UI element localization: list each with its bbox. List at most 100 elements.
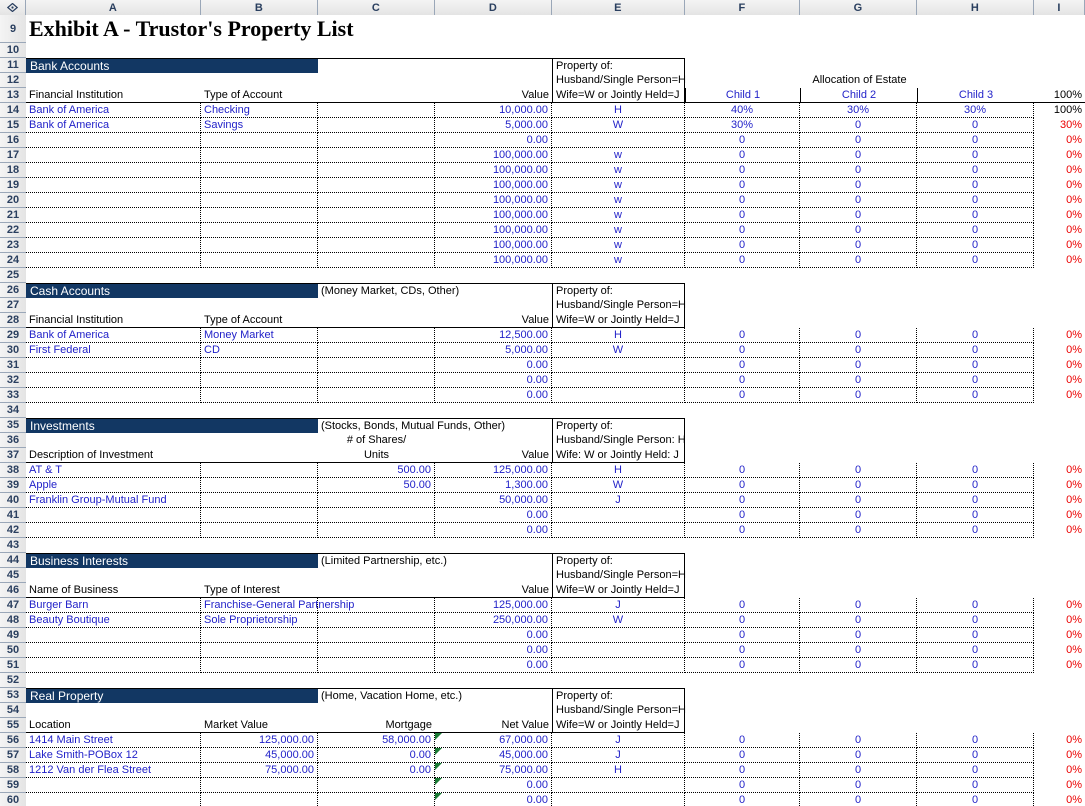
row-header-12[interactable]: 12 bbox=[0, 73, 26, 88]
row-header-26[interactable]: 26 bbox=[0, 283, 26, 298]
cell-c[interactable] bbox=[318, 133, 435, 148]
cell-F[interactable] bbox=[685, 15, 800, 43]
cell-d[interactable]: 5,000.00 bbox=[435, 118, 552, 133]
cell-I[interactable] bbox=[1034, 313, 1085, 328]
cell-e[interactable]: J bbox=[552, 733, 685, 748]
section-subtitle-investments[interactable]: (Stocks, Bonds, Mutual Funds, Other) bbox=[318, 418, 505, 433]
cell-h-child3[interactable]: 0 bbox=[917, 178, 1034, 193]
cell-f-child1[interactable]: 0 bbox=[685, 133, 800, 148]
cell-E[interactable] bbox=[552, 43, 685, 58]
cell-d[interactable]: 0.00 bbox=[435, 658, 552, 673]
row-header-34[interactable]: 34 bbox=[0, 403, 26, 418]
row-header-39[interactable]: 39 bbox=[0, 478, 26, 493]
cell-D[interactable] bbox=[435, 283, 552, 298]
row-header-43[interactable]: 43 bbox=[0, 538, 26, 553]
cell-g-child2[interactable]: 0 bbox=[800, 328, 917, 343]
table-row[interactable]: Financial Institution Type of Account Valu… bbox=[26, 88, 1085, 103]
cell-i-total[interactable]: 0% bbox=[1034, 133, 1085, 148]
cell-h-child3[interactable]: 0 bbox=[917, 598, 1034, 613]
row-header-18[interactable]: 18 bbox=[0, 163, 26, 178]
cell-f-child1[interactable]: 0 bbox=[685, 733, 800, 748]
cell-f-child1[interactable]: 0 bbox=[685, 523, 800, 538]
cell-b[interactable] bbox=[201, 493, 318, 508]
cell-h-child3[interactable]: 0 bbox=[917, 208, 1034, 223]
cell-H[interactable] bbox=[917, 583, 1034, 598]
cell-h-child3[interactable]: 0 bbox=[917, 778, 1034, 793]
cell-h-child3[interactable]: 0 bbox=[917, 523, 1034, 538]
cell-d[interactable]: 0.00 bbox=[435, 358, 552, 373]
cell-F[interactable] bbox=[685, 553, 800, 568]
cell-d[interactable]: 100,000.00 bbox=[435, 178, 552, 193]
cell-I[interactable] bbox=[1034, 553, 1085, 568]
cell-f-child1[interactable]: 0 bbox=[685, 223, 800, 238]
column-header-g[interactable]: G bbox=[800, 0, 917, 15]
table-row[interactable]: 100,000.00 w 0 0 0 0% bbox=[26, 178, 1085, 193]
table-row[interactable]: Bank of America Money Market 12,500.00 H 0 0 0… bbox=[26, 328, 1085, 343]
cell-i-total[interactable]: 0% bbox=[1034, 613, 1085, 628]
column-header-e[interactable]: E bbox=[552, 0, 685, 15]
row-header-13[interactable]: 13 bbox=[0, 88, 26, 103]
cell-g-child2[interactable]: 0 bbox=[800, 658, 917, 673]
cell-I[interactable] bbox=[1034, 73, 1085, 88]
cell-c[interactable] bbox=[318, 508, 435, 523]
cell-D[interactable] bbox=[435, 43, 552, 58]
cell-a[interactable]: Bank of America bbox=[26, 118, 201, 133]
table-row[interactable]: Burger Barn Franchise-General Partnership… bbox=[26, 598, 1085, 613]
cell-i-total[interactable]: 100% bbox=[1034, 103, 1085, 118]
row-header-25[interactable]: 25 bbox=[0, 268, 26, 283]
property-of-line[interactable]: Wife=W or Jointly Held=J bbox=[552, 88, 685, 103]
cell-e[interactable] bbox=[552, 508, 685, 523]
property-of-line[interactable]: Property of: bbox=[552, 418, 685, 433]
cell-c[interactable] bbox=[318, 148, 435, 163]
cell-f-child1[interactable]: 0 bbox=[685, 163, 800, 178]
cell-c[interactable]: 0.00 bbox=[318, 748, 435, 763]
cell-c[interactable] bbox=[318, 328, 435, 343]
cell-e[interactable]: W bbox=[552, 118, 685, 133]
cell-H[interactable] bbox=[917, 688, 1034, 703]
table-row[interactable]: Apple 50.00 1,300.00 W 0 0 0 0% bbox=[26, 478, 1085, 493]
section-subtitle-business_interests[interactable]: (Limited Partnership, etc.) bbox=[318, 553, 447, 568]
cell-G[interactable] bbox=[800, 268, 917, 283]
cell-I[interactable] bbox=[1034, 58, 1085, 73]
property-of-line[interactable]: Husband/Single Person=H bbox=[552, 298, 686, 313]
cell-F[interactable] bbox=[685, 298, 800, 313]
cell-e[interactable] bbox=[552, 388, 685, 403]
section-subtitle-real_property[interactable]: (Home, Vacation Home, etc.) bbox=[318, 688, 462, 703]
cell-H[interactable] bbox=[917, 268, 1034, 283]
cell-g-child2[interactable]: 0 bbox=[800, 223, 917, 238]
cell-G[interactable] bbox=[800, 703, 917, 718]
cell-G[interactable] bbox=[800, 15, 917, 43]
row-header-33[interactable]: 33 bbox=[0, 388, 26, 403]
select-all-corner[interactable] bbox=[0, 0, 26, 15]
cell-g-child2[interactable]: 0 bbox=[800, 193, 917, 208]
table-row[interactable]: 0.00 0 0 0 0% bbox=[26, 643, 1085, 658]
cell-c[interactable] bbox=[318, 238, 435, 253]
col-a-header[interactable]: Name of Business bbox=[26, 583, 201, 598]
cell-a[interactable]: Apple bbox=[26, 478, 201, 493]
property-of-line[interactable]: Husband/Single Person=H bbox=[552, 73, 686, 88]
cell-c[interactable] bbox=[318, 178, 435, 193]
cell-d[interactable]: 75,000.00 bbox=[435, 763, 552, 778]
cell-e[interactable]: w bbox=[552, 238, 685, 253]
cell-I[interactable] bbox=[1034, 15, 1085, 43]
cell-c[interactable] bbox=[318, 193, 435, 208]
cell-f-child1[interactable]: 0 bbox=[685, 253, 800, 268]
cell-G[interactable] bbox=[800, 298, 917, 313]
cell-h-child3[interactable]: 0 bbox=[917, 793, 1034, 806]
col-d-header[interactable]: Value bbox=[435, 448, 552, 463]
row-header-22[interactable]: 22 bbox=[0, 223, 26, 238]
col-b-header[interactable]: Type of Account bbox=[201, 313, 318, 328]
cell-f-child1[interactable]: 0 bbox=[685, 778, 800, 793]
cell-g-child2[interactable]: 0 bbox=[800, 643, 917, 658]
cell-d[interactable]: 1,300.00 bbox=[435, 478, 552, 493]
cell-H[interactable] bbox=[917, 403, 1034, 418]
cell-a[interactable] bbox=[26, 778, 201, 793]
cell-h-child3[interactable]: 0 bbox=[917, 328, 1034, 343]
cell-g-child2[interactable]: 0 bbox=[800, 733, 917, 748]
cell-c[interactable] bbox=[318, 253, 435, 268]
cell-F[interactable] bbox=[685, 538, 800, 553]
table-row[interactable]: 0.00 0 0 0 0% bbox=[26, 358, 1085, 373]
cell-H[interactable] bbox=[917, 568, 1034, 583]
row-header-23[interactable]: 23 bbox=[0, 238, 26, 253]
cell-I[interactable] bbox=[1034, 538, 1085, 553]
